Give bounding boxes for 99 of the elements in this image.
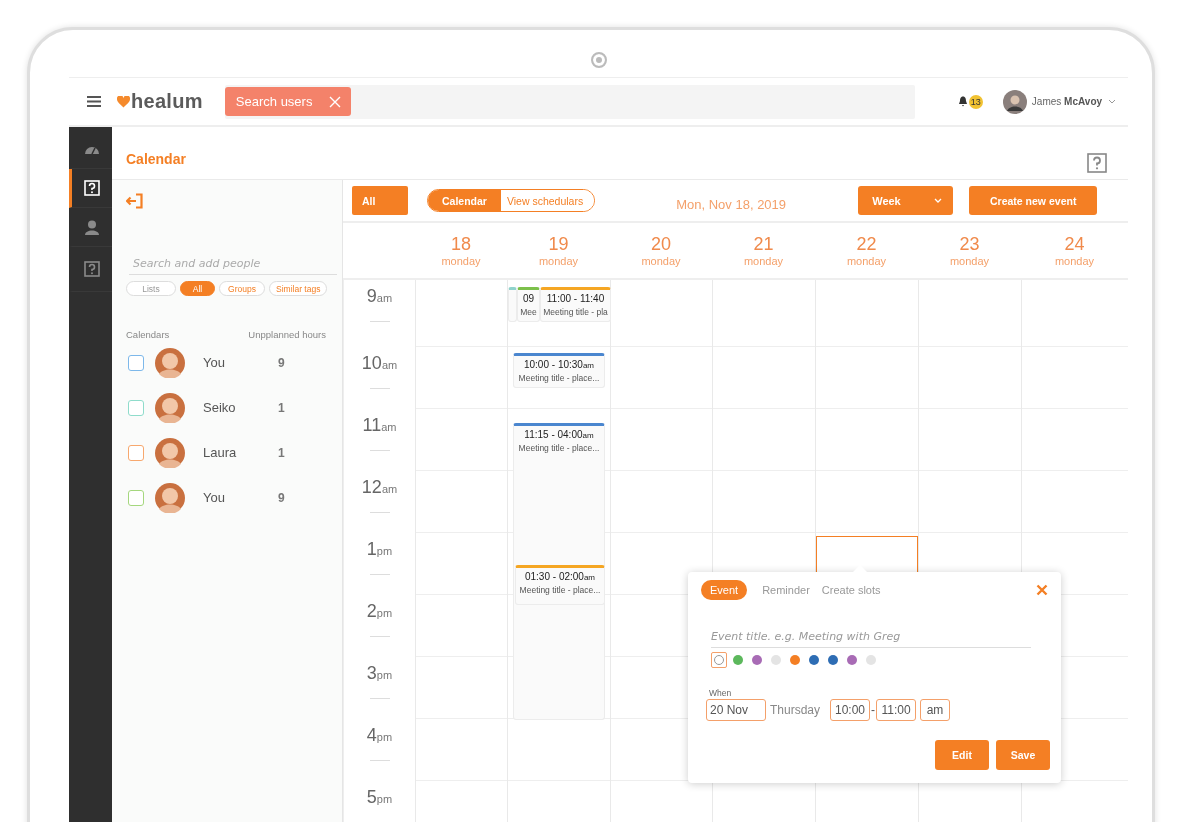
person-name: You <box>203 355 226 370</box>
day-number: 22 <box>856 234 877 255</box>
color-swatch[interactable] <box>711 652 727 668</box>
end-time-field[interactable]: 11:00 <box>876 699 917 721</box>
weekday-label: monday <box>949 255 990 267</box>
current-date: Mon, Nov 18, 2019 <box>676 197 788 212</box>
event-card[interactable]: 01:30 - 02:00am Meeting title - place... <box>515 565 605 605</box>
day-number: 24 <box>1064 234 1085 255</box>
event-card[interactable]: 11:00 - 11:40 Meeting title - pla <box>540 287 611 322</box>
chevron-down-icon <box>934 198 943 203</box>
heart-icon <box>117 95 130 108</box>
page-title: Calendar <box>126 151 186 167</box>
date-field[interactable]: 20 Nov <box>706 699 766 721</box>
event-card[interactable]: 09 Mee <box>517 287 540 322</box>
popup-button[interactable]: Save <box>996 740 1050 770</box>
day-number: 23 <box>959 234 980 255</box>
event-title: Meeting title - pla <box>543 307 608 317</box>
event-time: 11:15 - 04:00am <box>524 429 594 440</box>
day-number: 19 <box>548 234 569 255</box>
popup-button[interactable]: Edit <box>935 740 989 770</box>
help-icon[interactable] <box>1087 153 1107 173</box>
event-title: Mee <box>520 307 537 317</box>
weekday-label: monday <box>641 255 681 267</box>
checkbox[interactable] <box>128 489 144 506</box>
day-number: 20 <box>651 234 671 255</box>
weekday-label: monday <box>1054 255 1095 267</box>
field-label: When <box>709 688 733 698</box>
filter-chip[interactable]: Lists <box>126 281 176 296</box>
view-tab[interactable]: Calendar <box>428 190 501 211</box>
start-time-field[interactable]: 10:00 <box>830 699 871 721</box>
search-chip[interactable]: Search users <box>224 87 351 116</box>
person-name: You <box>203 490 226 505</box>
popup-tab[interactable]: Create slots <box>818 580 884 600</box>
help-icon <box>84 180 100 196</box>
hour-label: 9am <box>366 286 393 307</box>
event-card[interactable]: 10:00 - 10:30am Meeting title - place... <box>513 353 605 388</box>
hour-label: 10am <box>361 353 398 374</box>
weekday-text: Thursday <box>770 703 821 717</box>
search-bar[interactable]: Search users <box>224 84 915 119</box>
filter-chip[interactable]: Groups <box>219 281 265 296</box>
event-title: Meeting title - place... <box>518 443 600 453</box>
avatar <box>155 437 185 468</box>
hour-label: 2pm <box>366 601 393 622</box>
gauge-icon <box>85 144 99 154</box>
popup-tab[interactable]: Event <box>701 580 748 600</box>
event-title: Meeting title - place... <box>518 373 600 383</box>
checkbox[interactable] <box>128 354 144 371</box>
meridiem-field[interactable]: am <box>920 699 951 721</box>
column-label: Unpplanned hours <box>248 329 326 340</box>
bell-icon[interactable] <box>957 96 968 107</box>
checkbox[interactable] <box>128 444 144 461</box>
chevron-down-icon[interactable] <box>1108 99 1117 104</box>
hours-count: 1 <box>278 445 285 460</box>
event-card[interactable] <box>508 287 517 322</box>
collapse-icon[interactable] <box>126 193 144 209</box>
hours-count: 9 <box>278 490 285 505</box>
camera-icon <box>591 52 607 68</box>
avatar <box>155 347 185 378</box>
menu-icon[interactable] <box>87 96 101 107</box>
all-button[interactable]: All <box>352 186 408 215</box>
day-number: 21 <box>753 234 774 255</box>
checkbox[interactable] <box>128 399 144 416</box>
create-event-button[interactable]: Create new event <box>969 186 1098 215</box>
filter-chip[interactable]: Similar tags <box>269 281 328 296</box>
notification-badge: 13 <box>968 94 983 109</box>
weekday-label: monday <box>743 255 784 267</box>
person-name: Laura <box>203 445 238 460</box>
person-name: Seiko <box>203 400 237 415</box>
avatar <box>155 482 185 513</box>
user-name[interactable]: James McAvoy <box>1031 96 1103 107</box>
time-separator: - <box>871 703 876 717</box>
hours-count: 9 <box>278 355 285 370</box>
event-time: 01:30 - 02:00am <box>524 571 596 582</box>
hour-label: 5pm <box>366 787 393 808</box>
event-time: 10:00 - 10:30am <box>523 359 595 370</box>
filter-chip[interactable]: All <box>180 281 215 296</box>
hour-label: 1pm <box>366 539 393 560</box>
avatar <box>155 392 185 423</box>
hour-label: 12am <box>361 477 398 498</box>
weekday-label: monday <box>846 255 887 267</box>
day-number: 18 <box>451 234 471 255</box>
hour-label: 3pm <box>366 663 393 684</box>
search-field[interactable]: Search and add people <box>129 255 337 275</box>
hours-count: 1 <box>278 400 285 415</box>
weekday-label: monday <box>538 255 579 267</box>
column-label: Calendars <box>126 329 170 340</box>
logo: healum <box>131 90 203 113</box>
event-time: 09 <box>522 293 535 304</box>
help-icon <box>84 261 100 277</box>
weekday-label: monday <box>441 255 481 267</box>
person-icon <box>85 219 99 235</box>
hour-label: 4pm <box>366 725 393 746</box>
avatar[interactable] <box>1002 89 1027 114</box>
hour-label: 11am <box>362 415 397 436</box>
event-time: 11:00 - 11:40 <box>546 293 605 304</box>
range-dropdown[interactable]: Week <box>858 186 954 215</box>
event-title: Meeting title - place... <box>519 585 601 595</box>
close-icon[interactable] <box>1036 584 1048 596</box>
popup-tab[interactable]: Reminder <box>759 580 813 600</box>
